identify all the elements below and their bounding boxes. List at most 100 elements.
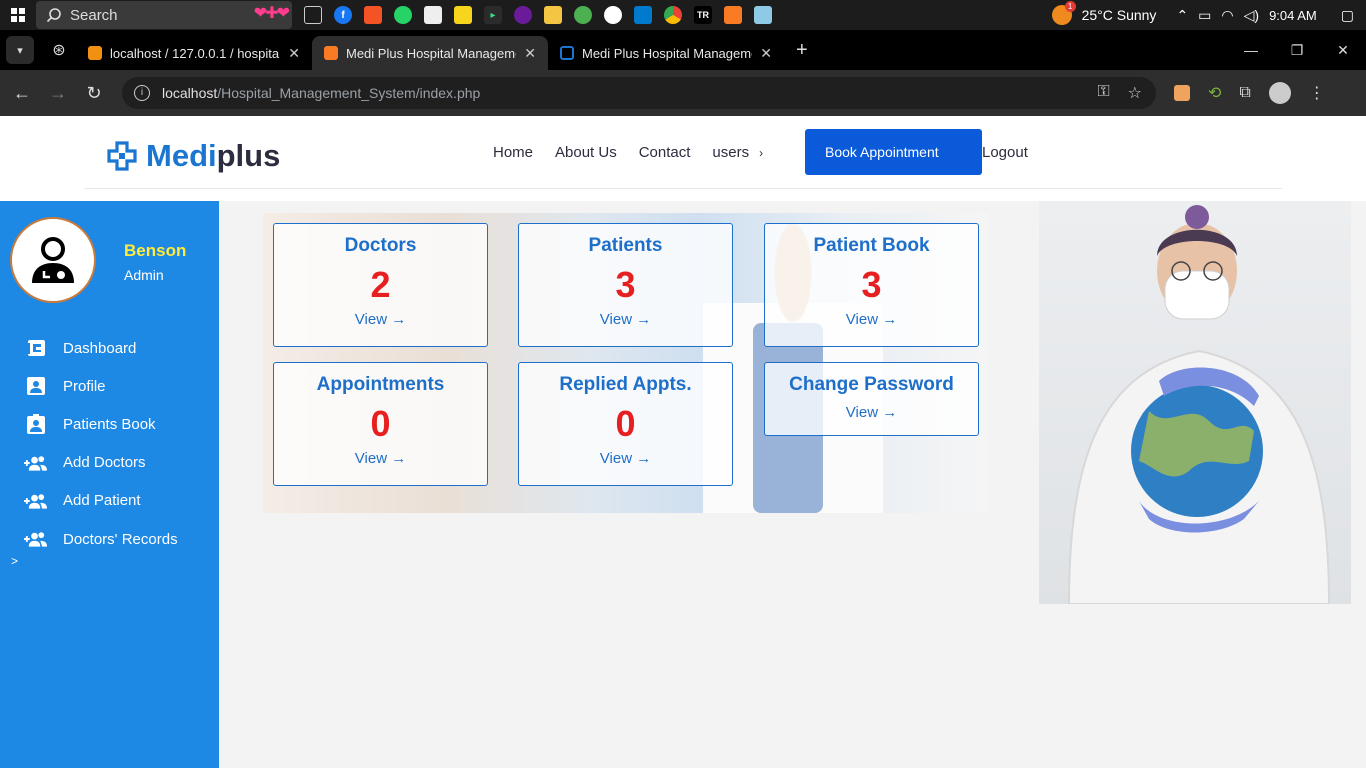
stat-view-link[interactable]: View → bbox=[274, 311, 487, 328]
sidebar-item-add-doctors[interactable]: Add Doctors bbox=[24, 444, 178, 482]
nav-about-us[interactable]: About Us bbox=[555, 144, 617, 161]
forward-icon[interactable]: → bbox=[40, 75, 76, 111]
minimize-icon[interactable]: — bbox=[1228, 30, 1274, 70]
dashboard-icon bbox=[24, 339, 47, 357]
tab-phpmyadmin[interactable]: localhost / 127.0.0.1 / hospital_ ✕ bbox=[76, 36, 312, 70]
url-host: localhost bbox=[162, 85, 218, 101]
tab-title: localhost / 127.0.0.1 / hospital_ bbox=[110, 45, 281, 61]
stat-view-link[interactable]: View → bbox=[519, 450, 732, 467]
window-close-icon[interactable]: ✕ bbox=[1320, 30, 1366, 70]
windows-start-icon[interactable] bbox=[0, 0, 36, 30]
sidebar-item-profile[interactable]: Profile bbox=[24, 367, 178, 405]
sidebar-menu: Dashboard Profile Patients Book Add Doct… bbox=[24, 329, 178, 558]
nav-users-label: users bbox=[712, 144, 750, 161]
sync-extension-icon[interactable]: ⟲ bbox=[1208, 83, 1221, 103]
chevron-right-icon: › bbox=[759, 146, 764, 160]
stat-view-link[interactable]: View → bbox=[765, 311, 978, 328]
tab-mediplus[interactable]: Medi Plus Hospital Management ✕ bbox=[548, 36, 784, 70]
new-tab-icon[interactable]: + bbox=[796, 39, 808, 62]
browser-menu-icon[interactable]: ⋮ bbox=[1309, 83, 1325, 103]
reload-icon[interactable]: ↻ bbox=[76, 75, 112, 111]
play-icon[interactable]: ▸ bbox=[484, 6, 502, 24]
nav-home[interactable]: Home bbox=[493, 144, 533, 161]
tab-mediplus-active[interactable]: Medi Plus Hospital Management ✕ bbox=[312, 36, 548, 70]
phpmyadmin-icon bbox=[88, 46, 102, 60]
battery-icon[interactable]: ▭ bbox=[1198, 7, 1211, 24]
back-icon[interactable]: ← bbox=[4, 75, 40, 111]
close-icon[interactable]: ✕ bbox=[288, 45, 300, 62]
tab-title: Medi Plus Hospital Management bbox=[582, 45, 753, 61]
extensions-puzzle-icon[interactable]: ⧉ bbox=[1239, 84, 1250, 102]
add-users-icon bbox=[24, 492, 47, 510]
bookmark-star-icon[interactable]: ☆ bbox=[1128, 83, 1142, 103]
store-icon[interactable] bbox=[364, 6, 382, 24]
mediplus-logo[interactable]: Mediplus bbox=[106, 138, 280, 174]
stat-card-appointments: Appointments 0 View → bbox=[273, 362, 488, 486]
taskbar-search[interactable]: Search ❤✚❤ bbox=[36, 1, 292, 29]
github-icon[interactable] bbox=[604, 6, 622, 24]
close-icon[interactable]: ✕ bbox=[524, 45, 536, 62]
stat-view-link[interactable]: View → bbox=[765, 404, 978, 421]
file-explorer-icon[interactable] bbox=[544, 6, 562, 24]
mail-icon[interactable] bbox=[424, 6, 442, 24]
vscode-icon[interactable] bbox=[634, 6, 652, 24]
stat-view-link[interactable]: View → bbox=[274, 450, 487, 467]
nav-contact[interactable]: Contact bbox=[639, 144, 691, 161]
stat-title: Appointments bbox=[316, 374, 445, 395]
sidebar-item-label: Patients Book bbox=[63, 415, 156, 433]
key-icon[interactable]: ⚿ bbox=[1097, 83, 1109, 103]
sidebar-item-label: Doctors' Records bbox=[63, 530, 178, 548]
notepad-icon[interactable] bbox=[754, 6, 772, 24]
sidebar: Benson Admin Dashboard Profile Patients … bbox=[0, 201, 219, 768]
header-divider bbox=[84, 188, 1282, 189]
logout-link[interactable]: Logout bbox=[982, 144, 1028, 161]
xampp-icon[interactable] bbox=[724, 6, 742, 24]
app-icon[interactable] bbox=[514, 6, 532, 24]
maps-icon[interactable] bbox=[574, 6, 592, 24]
wifi-icon[interactable]: ◠ bbox=[1221, 7, 1233, 24]
extension-icon[interactable] bbox=[1174, 85, 1190, 101]
chatgpt-tab-icon[interactable]: ⊛ bbox=[42, 33, 76, 67]
stat-value: 0 bbox=[615, 403, 636, 444]
close-icon[interactable]: ✕ bbox=[760, 45, 772, 62]
browser-toolbar: ← → ↻ i localhost/Hospital_Management_Sy… bbox=[0, 70, 1366, 116]
stat-title: Doctors bbox=[344, 235, 417, 256]
sidebar-item-doctors-records[interactable]: Doctors' Records bbox=[24, 520, 178, 558]
chevron-up-icon[interactable]: ⌃ bbox=[1176, 7, 1188, 24]
xampp-tab-icon bbox=[324, 46, 338, 60]
stat-view-link[interactable]: View → bbox=[519, 311, 732, 328]
chrome-icon[interactable] bbox=[664, 6, 682, 24]
nurse-globe-image bbox=[1039, 201, 1351, 604]
book-appointment-button[interactable]: Book Appointment bbox=[805, 129, 982, 175]
windows-taskbar: Search ❤✚❤ f ▸ TR 1 25°C Sunny ⌃ ▭ ◠ ◁) … bbox=[0, 0, 1366, 30]
add-users-icon bbox=[24, 454, 47, 472]
tab-search-icon[interactable]: ▾ bbox=[6, 36, 34, 64]
sidebar-item-patients-book[interactable]: Patients Book bbox=[24, 405, 178, 443]
facebook-icon[interactable]: f bbox=[334, 6, 352, 24]
profile-avatar[interactable] bbox=[1268, 82, 1291, 104]
stat-card-doctors: Doctors 2 View → bbox=[273, 223, 488, 347]
sidebar-item-add-patient[interactable]: Add Patient bbox=[24, 482, 178, 520]
address-bar[interactable]: i localhost/Hospital_Management_System/i… bbox=[122, 77, 1156, 109]
nurse-illustration bbox=[1067, 205, 1331, 604]
sidebar-toggle[interactable]: > bbox=[11, 554, 18, 568]
add-users-icon bbox=[24, 530, 47, 548]
site-header: Mediplus Home About Us Contact users › Bo… bbox=[0, 116, 1366, 201]
weather-text[interactable]: 25°C Sunny bbox=[1082, 7, 1157, 23]
sidebar-item-dashboard[interactable]: Dashboard bbox=[24, 329, 178, 367]
avatar[interactable] bbox=[10, 217, 96, 303]
notification-icon[interactable]: ▢ bbox=[1341, 7, 1354, 24]
nav-users[interactable]: users › bbox=[712, 144, 763, 161]
site-info-icon[interactable]: i bbox=[134, 85, 150, 101]
stat-value: 3 bbox=[861, 264, 882, 305]
task-view-icon[interactable] bbox=[304, 6, 322, 24]
weather-icon[interactable]: 1 bbox=[1051, 1, 1076, 25]
tr-app-icon[interactable]: TR bbox=[694, 6, 712, 24]
volume-icon[interactable]: ◁) bbox=[1244, 7, 1259, 24]
clock[interactable]: 9:04 AM bbox=[1269, 8, 1317, 23]
sticky-notes-icon[interactable] bbox=[454, 6, 472, 24]
restore-icon[interactable]: ❐ bbox=[1274, 30, 1320, 70]
profile-icon bbox=[24, 377, 47, 396]
stat-value: 2 bbox=[370, 264, 391, 305]
whatsapp-icon[interactable] bbox=[394, 6, 412, 24]
